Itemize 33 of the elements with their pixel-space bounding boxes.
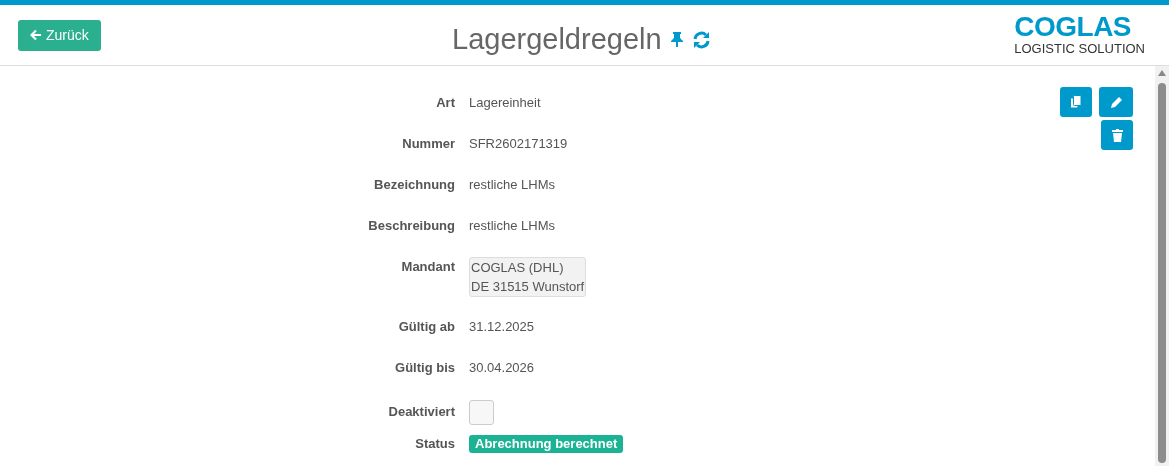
checkbox[interactable]	[469, 400, 494, 425]
field-value: restliche LHMs	[469, 217, 555, 235]
field-value: restliche LHMs	[469, 176, 555, 194]
field-label: Bezeichnung	[373, 176, 456, 194]
field-label: Beschreibung	[367, 217, 456, 235]
logo-tagline: LOGISTIC SOLUTION	[1014, 41, 1145, 57]
pin-icon[interactable]	[669, 31, 684, 49]
back-button[interactable]: Zurück	[18, 19, 101, 51]
field-label: Status	[414, 435, 456, 453]
field-label: Mandant	[400, 258, 456, 276]
delete-button[interactable]	[1101, 120, 1133, 150]
field-label: Art	[435, 94, 456, 112]
arrow-left-icon	[30, 29, 42, 41]
copy-button[interactable]	[1060, 87, 1092, 117]
status-badge: Abrechnung berechnet	[469, 435, 624, 453]
field-label: Nummer	[401, 135, 456, 153]
field-value: Lagereinheit	[469, 94, 541, 112]
pencil-icon	[1109, 95, 1123, 109]
logo-name: COGLAS	[1014, 13, 1132, 41]
scroll-up-icon[interactable]	[1158, 70, 1166, 76]
field-value: 31.12.2025	[469, 318, 535, 336]
trash-icon	[1111, 128, 1123, 142]
page-title: Lagergeldregeln	[452, 22, 662, 57]
copy-icon	[1070, 95, 1082, 109]
field-label: Gültig ab	[397, 318, 456, 336]
field-label: Gültig bis	[394, 359, 456, 377]
edit-button[interactable]	[1099, 87, 1133, 117]
field-label: Deaktiviert	[387, 403, 456, 421]
refresh-icon[interactable]	[691, 30, 711, 49]
field-value: SFR2602171319	[469, 135, 568, 153]
scrollbar[interactable]	[1155, 66, 1169, 466]
client-box: COGLAS (DHL) DE 31515 Wunstorf	[469, 257, 587, 297]
field-value: 30.04.2026	[469, 359, 535, 377]
